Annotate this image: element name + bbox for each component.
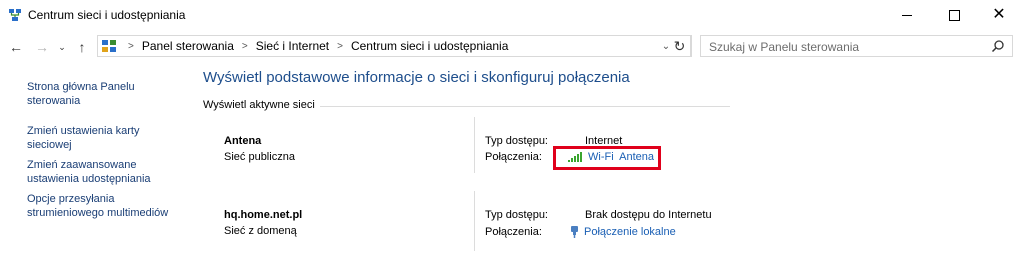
connections-label: Połączenia: (485, 226, 542, 238)
minimize-button[interactable] (884, 0, 930, 30)
arrow-right-icon: → (35, 39, 49, 55)
sidebar-link-home[interactable]: Strona główna Panelu sterowania (27, 80, 187, 108)
close-icon: ✕ (992, 6, 1006, 23)
search-input[interactable]: Szukaj w Panelu sterowania (700, 35, 1013, 57)
title-bar: Centrum sieci i udostępniania ✕ (0, 0, 1022, 30)
breadcrumb: > Panel sterowania > Sieć i Internet > C… (120, 36, 508, 56)
network-center-icon (9, 9, 21, 21)
navigation-bar: ← → ⌄ ↑ > Panel sterowania > Sieć i Inte… (0, 31, 1022, 63)
search-icon[interactable] (991, 39, 1005, 53)
network-category: Sieć z domeną (224, 225, 297, 237)
connection-link-ethernet[interactable]: Połączenie lokalne (570, 226, 676, 238)
maximize-icon (948, 9, 960, 21)
breadcrumb-separator-icon[interactable]: > (337, 41, 343, 52)
refresh-icon: ↻ (673, 37, 686, 54)
breadcrumb-network-center[interactable]: Centrum sieci i udostępniania (351, 39, 508, 53)
network-divider (474, 117, 475, 173)
breadcrumb-network-internet[interactable]: Sieć i Internet (256, 39, 329, 53)
active-networks-label: Wyświetl aktywne sieci (203, 99, 315, 111)
connection-name[interactable]: Połączenie lokalne (584, 226, 676, 238)
close-button[interactable]: ✕ (976, 0, 1022, 30)
back-button[interactable]: ← (6, 37, 26, 57)
sidebar-link-adapter-settings[interactable]: Zmień ustawienia karty sieciowej (27, 124, 157, 152)
breadcrumb-separator-icon[interactable]: > (128, 41, 134, 52)
access-type-value: Brak dostępu do Internetu (585, 209, 712, 221)
refresh-button[interactable]: ↻ (669, 35, 691, 57)
sidebar-link-advanced-sharing[interactable]: Zmień zaawansowane ustawienia udostępnia… (27, 158, 167, 186)
address-bar[interactable]: > Panel sterowania > Sieć i Internet > C… (97, 35, 692, 57)
network-category: Sieć publiczna (224, 151, 295, 163)
highlight-box (553, 146, 661, 170)
recent-locations-button[interactable]: ⌄ (56, 37, 68, 57)
arrow-up-icon: ↑ (78, 39, 86, 55)
section-divider (320, 106, 730, 107)
access-type-label: Typ dostępu: (485, 209, 548, 221)
window-title: Centrum sieci i udostępniania (28, 8, 186, 22)
network-name: hq.home.net.pl (224, 209, 303, 221)
control-panel-icon (102, 40, 116, 52)
up-button[interactable]: ↑ (72, 37, 92, 57)
main-content: Wyświetl podstawowe informacje o sieci i… (196, 63, 1022, 262)
connections-label: Połączenia: (485, 151, 542, 163)
arrow-left-icon: ← (9, 39, 23, 55)
page-title: Wyświetl podstawowe informacje o sieci i… (203, 69, 630, 86)
sidebar-link-media-streaming[interactable]: Opcje przesyłania strumieniowego multime… (27, 192, 192, 220)
search-placeholder: Szukaj w Panelu sterowania (709, 40, 860, 54)
chevron-down-icon: ⌄ (58, 41, 66, 52)
forward-button[interactable]: → (32, 37, 52, 57)
access-type-label: Typ dostępu: (485, 135, 548, 147)
sidebar: Strona główna Panelu sterowania Zmień us… (0, 63, 196, 262)
ethernet-icon (571, 226, 578, 238)
breadcrumb-control-panel[interactable]: Panel sterowania (142, 39, 234, 53)
maximize-button[interactable] (931, 0, 977, 30)
breadcrumb-separator-icon[interactable]: > (242, 41, 248, 52)
minimize-icon (902, 14, 912, 16)
network-name: Antena (224, 135, 262, 147)
network-divider (474, 191, 475, 251)
